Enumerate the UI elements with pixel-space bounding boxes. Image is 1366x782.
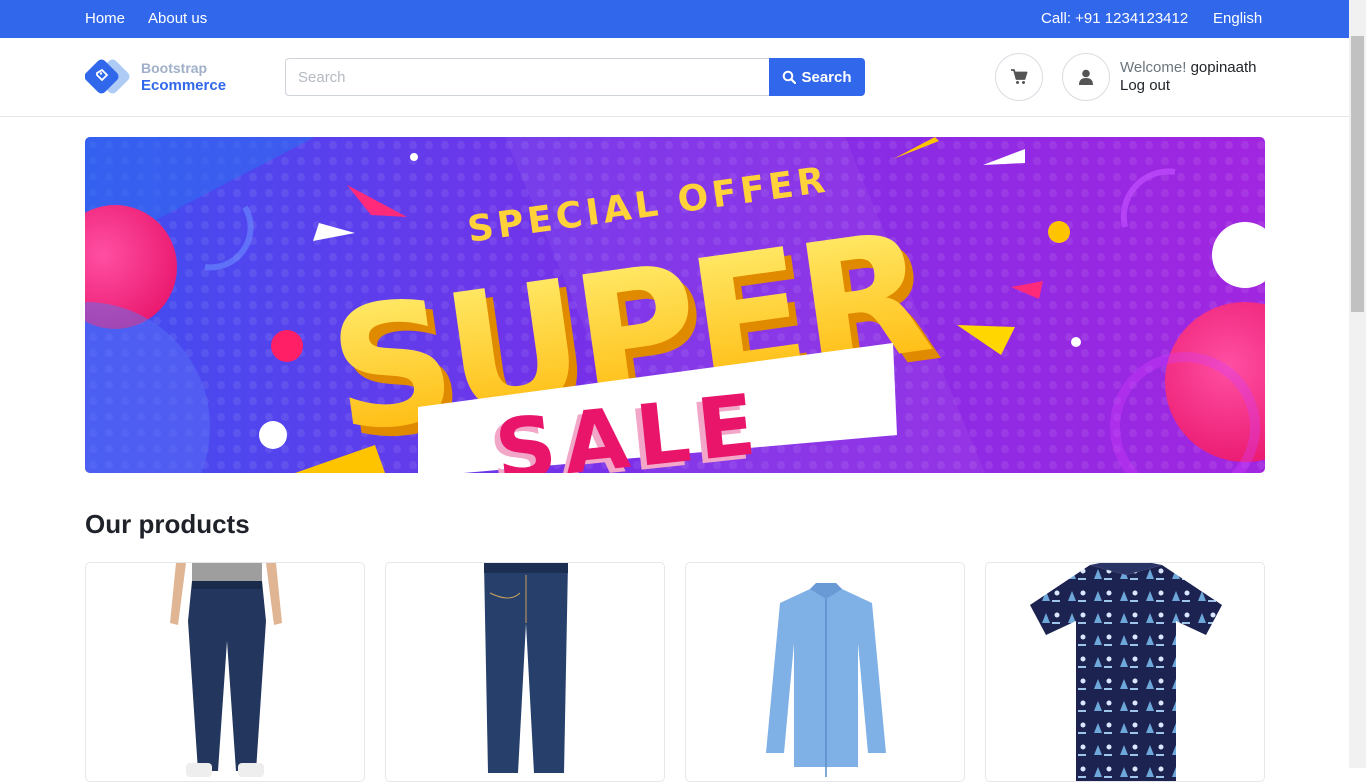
cart-icon [1011, 69, 1028, 84]
product-card[interactable] [85, 562, 365, 782]
nav-home-link[interactable]: Home [85, 10, 125, 27]
product-image-dark-jeans [484, 563, 568, 773]
language-link[interactable]: English [1213, 10, 1262, 27]
search-button[interactable]: Search [769, 58, 865, 96]
product-card[interactable] [385, 562, 665, 782]
scrollbar-thumb[interactable] [1351, 36, 1364, 312]
search-button-label: Search [801, 68, 852, 86]
site-header: Bootstrap Ecommerce Search Welcome! go [0, 38, 1366, 117]
search-form: Search [285, 58, 865, 96]
nav-about-link[interactable]: About us [148, 10, 207, 27]
logout-link[interactable]: Log out [1120, 77, 1257, 95]
product-image-printed-shirt [1030, 563, 1222, 781]
top-bar: Home About us Call: +91 1234123412 Engli… [0, 0, 1366, 38]
product-card[interactable] [685, 562, 965, 782]
products-title: Our products [85, 509, 250, 539]
super-sale-banner-image: SPECIAL OFFER SUPER SUPER SALE SALE [85, 137, 1265, 473]
welcome-label: Welcome! [1120, 59, 1187, 76]
logo-line-2: Ecommerce [141, 77, 227, 94]
product-image-light-blue-shirt [766, 583, 886, 777]
user-welcome: Welcome! gopinaath Log out [1120, 59, 1257, 95]
promo-banner[interactable]: SPECIAL OFFER SUPER SUPER SALE SALE [85, 137, 1265, 473]
logo-wordmark: Bootstrap Ecommerce [141, 60, 226, 94]
search-input[interactable] [285, 58, 769, 96]
user-icon [1079, 69, 1093, 85]
brand-logo[interactable]: Bootstrap Ecommerce [84, 58, 226, 96]
product-card[interactable] [985, 562, 1265, 782]
user-name: gopinaath [1190, 59, 1257, 76]
logo-icon [84, 58, 133, 96]
product-image-jeans-on-model [170, 563, 282, 777]
page-scrollbar[interactable] [1349, 0, 1366, 768]
call-link[interactable]: Call: +91 1234123412 [1041, 10, 1188, 27]
logo-line-1: Bootstrap [141, 60, 208, 76]
user-avatar-button[interactable] [1062, 53, 1110, 101]
cart-button[interactable] [995, 53, 1043, 101]
search-icon [783, 70, 797, 84]
